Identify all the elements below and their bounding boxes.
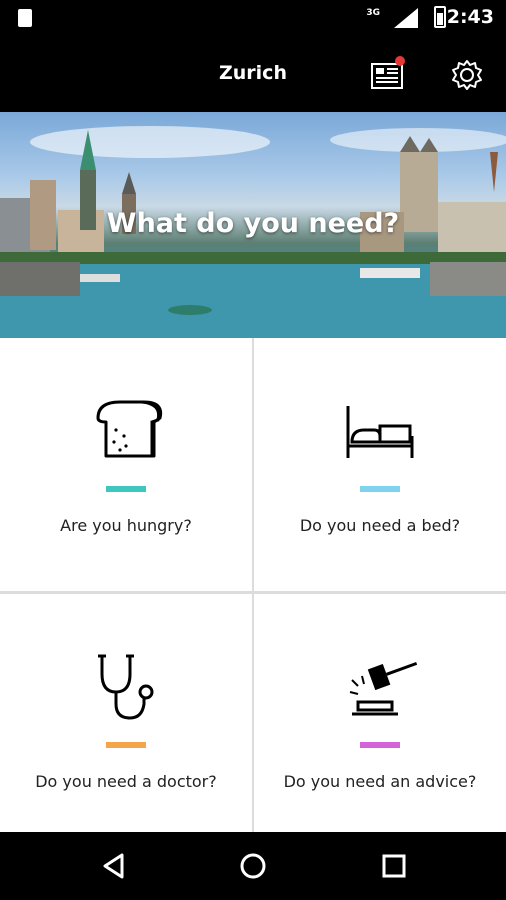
category-tile-hungry[interactable]: Are you hungry? — [0, 338, 252, 591]
signal-icon — [394, 8, 418, 28]
hero-title: What do you need? — [106, 208, 400, 239]
accent-bar — [360, 742, 400, 748]
back-icon[interactable] — [100, 852, 128, 880]
notification-badge — [395, 56, 405, 66]
bread-icon — [96, 400, 163, 458]
accent-bar — [106, 742, 146, 748]
category-tile-doctor[interactable]: Do you need a doctor? — [0, 594, 252, 847]
network-type: 3G — [366, 8, 380, 18]
system-navigation-bar — [0, 832, 506, 900]
accent-bar — [106, 486, 146, 492]
category-tile-advice[interactable]: Do you need an advice? — [254, 594, 506, 847]
recents-icon[interactable] — [380, 852, 408, 880]
tile-label: Do you need an advice? — [283, 772, 477, 791]
accent-bar — [360, 486, 400, 492]
status-bar: 3G 2:43 — [0, 0, 506, 36]
page-title: Zurich — [219, 62, 287, 84]
tile-label: Are you hungry? — [60, 516, 192, 535]
gavel-icon — [349, 661, 418, 716]
sd-card-icon — [18, 9, 32, 27]
gear-icon[interactable] — [450, 58, 484, 92]
home-icon[interactable] — [239, 852, 267, 880]
battery-icon — [434, 6, 446, 28]
stethoscope-icon — [98, 654, 154, 720]
app-bar: Zurich — [0, 36, 506, 112]
tile-label: Do you need a doctor? — [35, 772, 217, 791]
city-hero-image: What do you need? — [0, 112, 506, 338]
clock: 2:43 — [446, 6, 494, 28]
tile-label: Do you need a bed? — [299, 516, 461, 535]
bed-icon — [346, 406, 414, 458]
category-tile-bed[interactable]: Do you need a bed? — [254, 338, 506, 591]
category-grid: Are you hungry? Do you need a bed? Do yo… — [0, 338, 506, 847]
